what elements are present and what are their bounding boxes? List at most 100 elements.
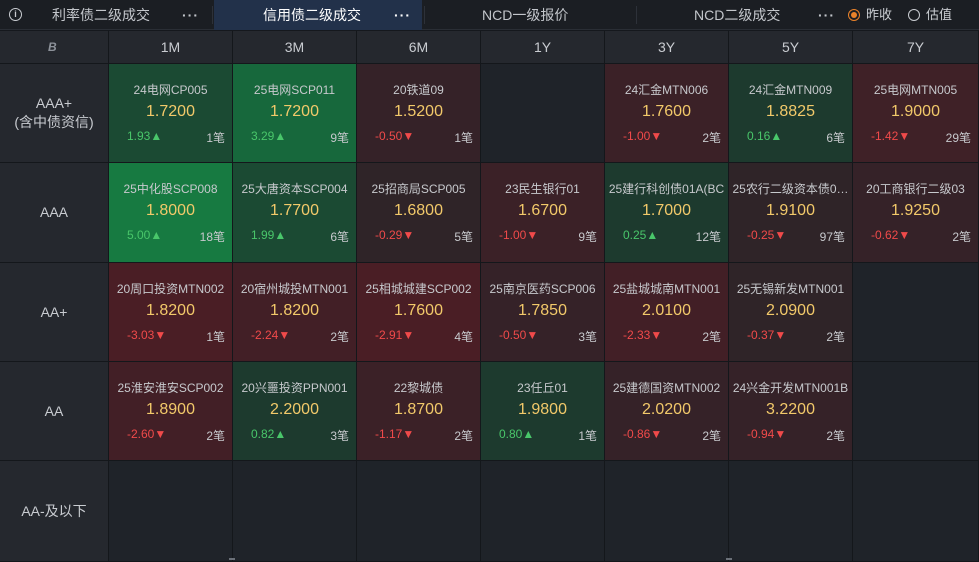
- tab-ncd-secondary[interactable]: NCD二级成交 ···: [638, 0, 838, 30]
- bond-cell[interactable]: 25淮安淮安SCP002 1.8900 -2.60▼ 2笔: [109, 362, 233, 461]
- bond-rate: 1.7200: [146, 103, 195, 120]
- bond-cell[interactable]: 22黎城债 1.8700 -1.17▼ 2笔: [357, 362, 481, 461]
- bond-change: 0.82▲: [251, 427, 287, 441]
- bond-cell[interactable]: 25南京医药SCP006 1.7850 -0.50▼ 3笔: [481, 263, 605, 362]
- bond-cell[interactable]: 25相城城建SCP002 1.7600 -2.91▼ 4笔: [357, 263, 481, 362]
- radio-label: 昨收: [866, 7, 893, 22]
- bond-rate: 1.7000: [642, 202, 691, 219]
- bond-rate: 2.0200: [642, 401, 691, 418]
- bond-cell[interactable]: 23民生银行01 1.6700 -1.00▼ 9笔: [481, 163, 605, 263]
- empty-cell: [233, 461, 357, 562]
- trade-count: 2笔: [454, 429, 473, 443]
- bond-cell[interactable]: 25电网SCP011 1.7200 3.29▲ 9笔: [233, 64, 357, 163]
- bond-cell[interactable]: 24汇金MTN009 1.8825 0.16▲ 6笔: [729, 64, 853, 163]
- bond-name: 22黎城债: [393, 381, 444, 395]
- resize-handle[interactable]: [229, 558, 235, 560]
- column-header-7y[interactable]: 7Y: [853, 31, 979, 64]
- bond-change: -0.50▼: [499, 328, 539, 342]
- tab-label: 利率债二级成交: [52, 7, 150, 23]
- bond-cell[interactable]: 20工商银行二级03 1.9250 -0.62▼ 2笔: [853, 163, 979, 263]
- bond-name: 23民生银行01: [505, 182, 580, 196]
- radio-unselected-icon: [908, 9, 920, 21]
- trade-count: 9笔: [578, 230, 597, 244]
- logo-b-icon: B: [48, 40, 57, 54]
- bond-rate: 1.8825: [766, 103, 815, 120]
- column-header-3y[interactable]: 3Y: [605, 31, 729, 64]
- bond-change: -0.62▼: [871, 228, 911, 242]
- row-header[interactable]: AA+: [0, 263, 109, 362]
- more-icon[interactable]: ···: [818, 0, 835, 30]
- bond-name: 25南京医药SCP006: [489, 282, 596, 296]
- resize-handle[interactable]: [726, 558, 732, 560]
- column-header-3m[interactable]: 3M: [233, 31, 357, 64]
- bond-cell[interactable]: 23任丘01 1.9800 0.80▲ 1笔: [481, 362, 605, 461]
- bond-rate: 1.6800: [394, 202, 443, 219]
- bond-change: 0.25▲: [623, 228, 659, 242]
- trade-count: 6笔: [330, 230, 349, 244]
- bond-cell[interactable]: 20宿州城投MTN001 1.8200 -2.24▼ 2笔: [233, 263, 357, 362]
- column-header-1m[interactable]: 1M: [109, 31, 233, 64]
- bond-rate: 1.8900: [146, 401, 195, 418]
- top-toolbar: i 利率债二级成交 ··· 信用债二级成交 ··· NCD一级报价 NCD二级成…: [0, 0, 979, 30]
- bond-cell[interactable]: 25建德国资MTN002 2.0200 -0.86▼ 2笔: [605, 362, 729, 461]
- more-icon[interactable]: ···: [182, 0, 199, 30]
- bond-cell[interactable]: 20铁道09 1.5200 -0.50▼ 1笔: [357, 64, 481, 163]
- bond-cell[interactable]: 20周口投资MTN002 1.8200 -3.03▼ 1笔: [109, 263, 233, 362]
- bond-change: -0.86▼: [623, 427, 663, 441]
- bond-cell[interactable]: 25大唐资本SCP004 1.7700 1.99▲ 6笔: [233, 163, 357, 263]
- empty-cell: [853, 461, 979, 562]
- row-label: AA+: [40, 303, 68, 320]
- trade-count: 97笔: [819, 230, 845, 244]
- bond-cell[interactable]: 25电网MTN005 1.9000 -1.42▼ 29笔: [853, 64, 979, 163]
- bond-name: 25电网SCP011: [253, 83, 336, 97]
- row-header[interactable]: AAA+ (含中债资信): [0, 64, 109, 163]
- bond-name: 20兴噩投资PPN001: [241, 381, 348, 395]
- bond-name: 25农行二级资本债0…: [732, 182, 849, 196]
- bond-cell[interactable]: 25无锡新发MTN001 2.0900 -0.37▼ 2笔: [729, 263, 853, 362]
- row-label: AA-及以下: [21, 502, 87, 519]
- bond-cell[interactable]: 25建行科创债01A(BC 1.7000 0.25▲ 12笔: [605, 163, 729, 263]
- tab-label: NCD一级报价: [482, 7, 569, 23]
- bond-name: 24电网CP005: [133, 83, 208, 97]
- bond-cell[interactable]: 24电网CP005 1.7200 1.93▲ 1笔: [109, 64, 233, 163]
- trade-count: 29笔: [945, 131, 971, 145]
- bond-cell[interactable]: 25招商局SCP005 1.6800 -0.29▼ 5笔: [357, 163, 481, 263]
- bond-rate: 1.8200: [270, 302, 319, 319]
- row-header[interactable]: AA-及以下: [0, 461, 109, 562]
- row-header[interactable]: AA: [0, 362, 109, 461]
- trade-count: 6笔: [826, 131, 845, 145]
- bond-name: 20工商银行二级03: [866, 182, 965, 196]
- bond-cell[interactable]: 25中化股SCP008 1.8000 5.00▲ 18笔: [109, 163, 233, 263]
- empty-cell: [109, 461, 233, 562]
- info-icon[interactable]: i: [9, 8, 22, 21]
- trade-count: 2笔: [826, 330, 845, 344]
- row-header[interactable]: AAA: [0, 163, 109, 263]
- bond-name: 25无锡新发MTN001: [736, 282, 845, 296]
- bond-change: 1.93▲: [127, 129, 163, 143]
- grid-corner: B: [0, 31, 109, 64]
- column-header-5y[interactable]: 5Y: [729, 31, 853, 64]
- bond-name: 24汇金MTN006: [624, 83, 709, 97]
- trade-count: 12笔: [695, 230, 721, 244]
- more-icon[interactable]: ···: [394, 0, 411, 30]
- tab-ncd-primary-quote[interactable]: NCD一级报价: [426, 0, 634, 30]
- trade-count: 2笔: [702, 429, 721, 443]
- bond-name: 20宿州城投MTN001: [240, 282, 349, 296]
- bond-cell[interactable]: 24兴金开发MTN001B 3.2200 -0.94▼ 2笔: [729, 362, 853, 461]
- empty-cell: [605, 461, 729, 562]
- bond-cell[interactable]: 25农行二级资本债0… 1.9100 -0.25▼ 97笔: [729, 163, 853, 263]
- tab-credit-bond-secondary[interactable]: 信用债二级成交 ···: [214, 0, 422, 30]
- tab-rate-bond-secondary[interactable]: 利率债二级成交 ···: [38, 0, 212, 30]
- trade-count: 3笔: [578, 330, 597, 344]
- column-header-6m[interactable]: 6M: [357, 31, 481, 64]
- bond-rate: 1.8000: [146, 202, 195, 219]
- column-header-1y[interactable]: 1Y: [481, 31, 605, 64]
- bond-cell[interactable]: 25盐城城南MTN001 2.0100 -2.33▼ 2笔: [605, 263, 729, 362]
- tab-label: 信用债二级成交: [263, 7, 361, 23]
- bond-name: 25大唐资本SCP004: [241, 182, 348, 196]
- trade-count: 18笔: [199, 230, 225, 244]
- bond-name: 25中化股SCP008: [123, 182, 218, 196]
- bond-cell[interactable]: 24汇金MTN006 1.7600 -1.00▼ 2笔: [605, 64, 729, 163]
- bond-cell[interactable]: 20兴噩投资PPN001 2.2000 0.82▲ 3笔: [233, 362, 357, 461]
- trade-count: 2笔: [702, 330, 721, 344]
